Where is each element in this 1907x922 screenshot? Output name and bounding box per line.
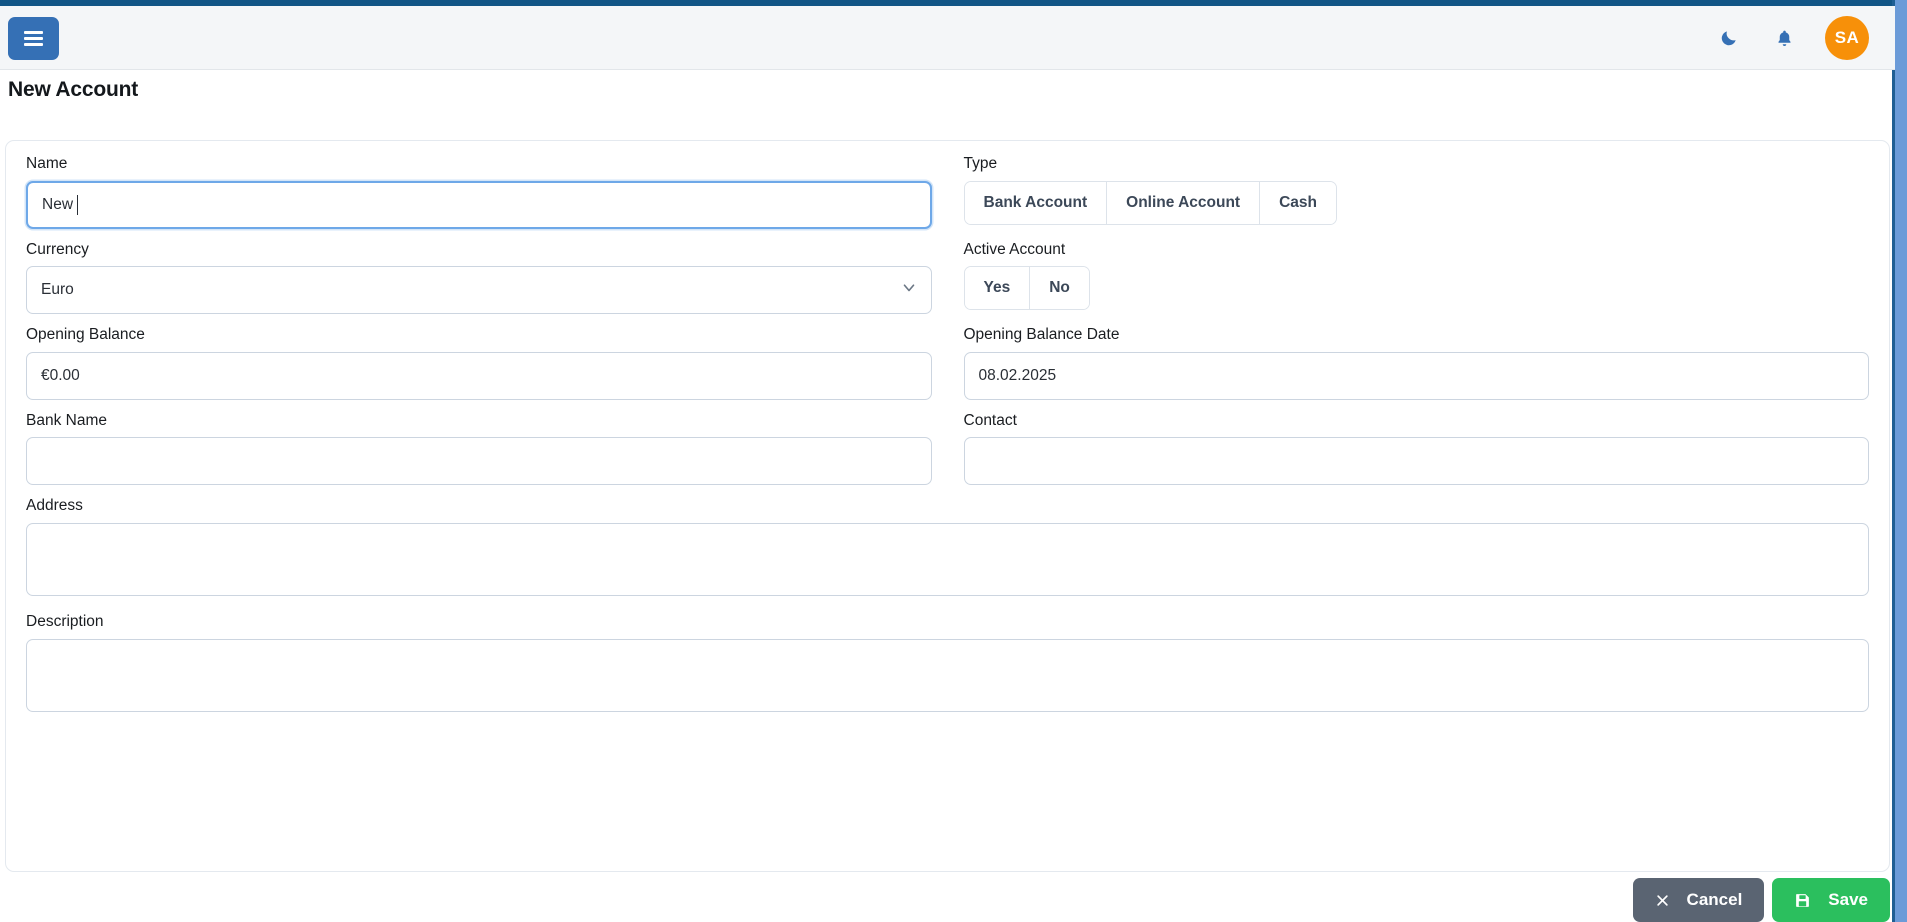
description-label: Description — [26, 613, 1869, 632]
form-row-3: Opening Balance Opening Balance Date — [26, 326, 1869, 400]
dark-mode-toggle-button[interactable] — [1715, 24, 1743, 52]
currency-selected-value: Euro — [41, 281, 74, 299]
opening-balance-date-label: Opening Balance Date — [964, 326, 1870, 345]
bell-icon — [1775, 28, 1794, 49]
close-x-icon — [1655, 893, 1670, 908]
page-title: New Account — [8, 78, 138, 102]
currency-select-wrapper: Euro — [26, 266, 932, 314]
avatar-initials: SA — [1835, 28, 1860, 48]
form-row-1: Name New Type Bank Account Online Accoun… — [26, 155, 1869, 229]
description-textarea[interactable] — [26, 639, 1869, 712]
moon-icon — [1719, 28, 1739, 48]
address-textarea[interactable] — [26, 523, 1869, 596]
opening-balance-field-group: Opening Balance — [26, 326, 948, 400]
notifications-button[interactable] — [1770, 24, 1798, 52]
active-account-field-group: Active Account Yes No — [948, 241, 1870, 315]
bank-name-input[interactable] — [26, 437, 932, 485]
contact-label: Contact — [964, 412, 1870, 431]
contact-input[interactable] — [964, 437, 1870, 485]
page-scrollbar[interactable] — [1895, 0, 1907, 922]
currency-field-group: Currency Euro — [26, 241, 948, 315]
form-row-5: Address — [26, 497, 1869, 601]
type-option-online-account[interactable]: Online Account — [1107, 182, 1260, 224]
contact-field-group: Contact — [948, 412, 1870, 486]
description-field-group: Description — [26, 613, 1869, 717]
floppy-disk-icon — [1794, 892, 1811, 909]
currency-select[interactable]: Euro — [26, 266, 932, 314]
type-option-bank-account[interactable]: Bank Account — [965, 182, 1108, 224]
bank-name-field-group: Bank Name — [26, 412, 948, 486]
cancel-button-label: Cancel — [1687, 890, 1743, 910]
active-account-label: Active Account — [964, 241, 1870, 260]
form-row-4: Bank Name Contact — [26, 412, 1869, 486]
form-body: Name New Type Bank Account Online Accoun… — [6, 141, 1889, 717]
currency-label: Currency — [26, 241, 932, 260]
opening-balance-date-field-group: Opening Balance Date — [948, 326, 1870, 400]
bank-name-label: Bank Name — [26, 412, 932, 431]
form-row-2: Currency Euro Active Account Yes N — [26, 241, 1869, 315]
name-label: Name — [26, 155, 932, 174]
text-caret — [77, 195, 78, 215]
address-field-group: Address — [26, 497, 1869, 601]
type-label: Type — [964, 155, 1870, 174]
form-row-6: Description — [26, 613, 1869, 717]
new-account-form-card: Name New Type Bank Account Online Accoun… — [5, 140, 1890, 872]
active-account-option-yes[interactable]: Yes — [965, 267, 1031, 309]
save-button-label: Save — [1828, 890, 1868, 910]
opening-balance-input[interactable] — [26, 352, 932, 400]
name-input[interactable]: New — [26, 181, 932, 229]
type-field-group: Type Bank Account Online Account Cash — [948, 155, 1870, 229]
save-button[interactable]: Save — [1772, 878, 1890, 922]
name-input-value: New — [42, 196, 73, 214]
type-button-group: Bank Account Online Account Cash — [964, 181, 1338, 225]
opening-balance-date-input[interactable] — [964, 352, 1870, 400]
name-field-group: Name New — [26, 155, 948, 229]
user-avatar[interactable]: SA — [1825, 16, 1869, 60]
opening-balance-label: Opening Balance — [26, 326, 932, 345]
hamburger-icon — [24, 28, 43, 50]
address-label: Address — [26, 497, 1869, 516]
active-account-button-group: Yes No — [964, 266, 1090, 310]
cancel-button[interactable]: Cancel — [1633, 878, 1765, 922]
form-action-buttons: Cancel Save — [1633, 878, 1890, 922]
header-actions: SA — [1715, 6, 1869, 70]
app-header: SA — [0, 6, 1895, 70]
hamburger-menu-button[interactable] — [8, 17, 59, 60]
type-option-cash[interactable]: Cash — [1260, 182, 1336, 224]
app-root: SA New Account Name New Type Bank A — [0, 0, 1907, 922]
active-account-option-no[interactable]: No — [1030, 267, 1089, 309]
